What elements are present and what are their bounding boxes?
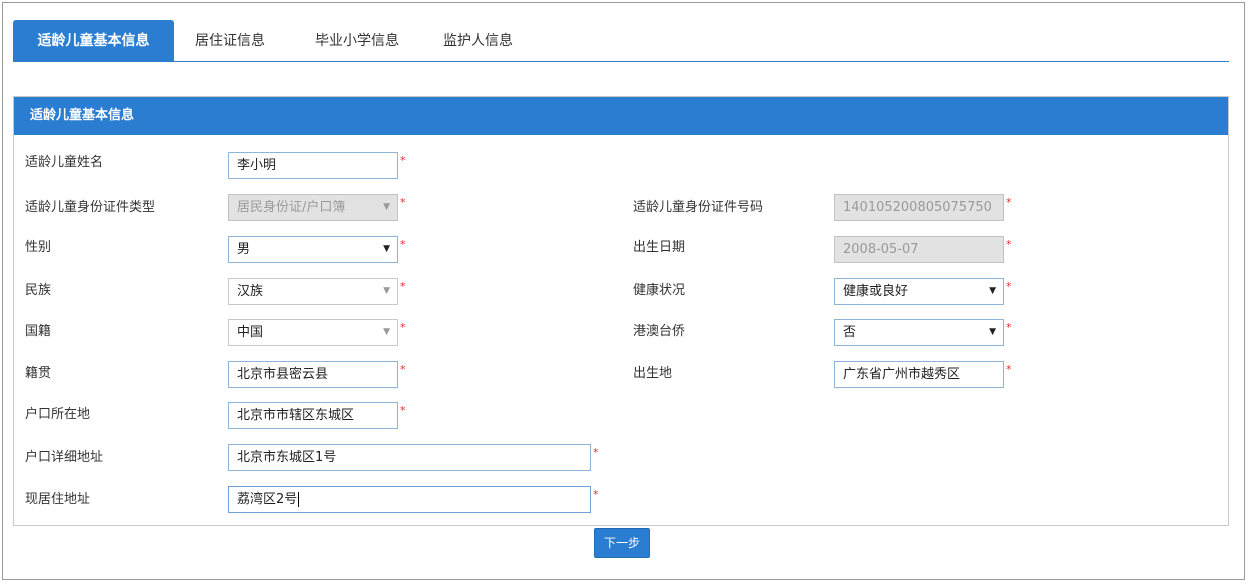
required-mark: *	[593, 446, 599, 459]
chevron-down-icon: ▼	[383, 327, 390, 337]
ethnicity-label: 民族	[25, 283, 52, 298]
required-mark: *	[1006, 321, 1012, 334]
native-place-value: 北京市县密云县	[237, 367, 329, 382]
text-cursor	[298, 492, 300, 507]
chevron-down-icon: ▼	[383, 286, 390, 296]
nationality-value: 中国	[237, 325, 264, 340]
next-step-button[interactable]: 下一步	[594, 528, 650, 558]
tab-child-basic-info[interactable]: 适龄儿童基本信息	[13, 20, 174, 62]
required-mark: *	[1006, 196, 1012, 209]
birth-date-input[interactable]: 2008-05-07	[834, 236, 1004, 263]
chevron-down-icon: ▼	[989, 327, 996, 337]
current-address-label: 现居住地址	[25, 492, 91, 507]
id-type-value: 居民身份证/户口簿	[237, 200, 346, 215]
id-number-input[interactable]: 140105200805075750	[834, 194, 1004, 221]
required-mark: *	[400, 321, 406, 334]
required-mark: *	[400, 404, 406, 417]
name-label: 适龄儿童姓名	[25, 155, 104, 170]
hukou-location-label: 户口所在地	[25, 407, 91, 422]
overseas-chinese-select[interactable]: 否 ▼	[834, 319, 1004, 346]
hukou-location-value: 北京市市辖区东城区	[237, 408, 355, 423]
required-mark: *	[593, 488, 599, 501]
birth-date-value: 2008-05-07	[843, 242, 919, 257]
gender-select[interactable]: 男 ▼	[228, 236, 398, 263]
id-number-value: 140105200805075750	[843, 200, 992, 215]
id-number-label: 适龄儿童身份证件号码	[633, 200, 764, 215]
ethnicity-select[interactable]: 汉族 ▼	[228, 278, 398, 305]
required-mark: *	[400, 280, 406, 293]
required-mark: *	[400, 238, 406, 251]
overseas-chinese-value: 否	[843, 325, 857, 340]
current-address-input[interactable]: 荔湾区2号	[228, 486, 591, 513]
tab-bar: 适龄儿童基本信息 居住证信息 毕业小学信息 监护人信息	[13, 20, 1229, 62]
current-address-value: 荔湾区2号	[237, 492, 298, 507]
basic-info-panel: 适龄儿童基本信息	[13, 96, 1229, 526]
required-mark: *	[400, 363, 406, 376]
required-mark: *	[400, 196, 406, 209]
birth-place-value: 广东省广州市越秀区	[843, 367, 961, 382]
tab-guardian-info[interactable]: 监护人信息	[433, 20, 523, 62]
hukou-address-label: 户口详细地址	[25, 450, 104, 465]
nationality-label: 国籍	[25, 324, 52, 339]
gender-label: 性别	[25, 240, 52, 255]
tab-residence-permit[interactable]: 居住证信息	[185, 20, 275, 62]
health-select[interactable]: 健康或良好 ▼	[834, 278, 1004, 305]
native-place-input[interactable]: 北京市县密云县	[228, 361, 398, 388]
tab-primary-school[interactable]: 毕业小学信息	[297, 20, 417, 62]
birth-place-label: 出生地	[633, 366, 673, 381]
gender-value: 男	[237, 242, 251, 257]
required-mark: *	[1006, 238, 1012, 251]
id-type-select[interactable]: 居民身份证/户口簿 ▼	[228, 194, 398, 221]
hukou-address-input[interactable]: 北京市东城区1号	[228, 444, 591, 471]
required-mark: *	[1006, 363, 1012, 376]
name-input[interactable]: 李小明	[228, 152, 398, 179]
chevron-down-icon: ▼	[383, 202, 390, 212]
health-label: 健康状况	[633, 283, 686, 298]
hukou-location-input[interactable]: 北京市市辖区东城区	[228, 402, 398, 429]
chevron-down-icon: ▼	[989, 286, 996, 296]
required-mark: *	[400, 154, 406, 167]
name-value: 李小明	[237, 158, 277, 173]
birth-date-label: 出生日期	[633, 240, 686, 255]
nationality-select[interactable]: 中国 ▼	[228, 319, 398, 346]
birth-place-input[interactable]: 广东省广州市越秀区	[834, 361, 1004, 388]
overseas-chinese-label: 港澳台侨	[633, 324, 686, 339]
required-mark: *	[1006, 280, 1012, 293]
health-value: 健康或良好	[843, 284, 909, 299]
hukou-address-value: 北京市东城区1号	[237, 450, 337, 465]
native-place-label: 籍贯	[25, 366, 52, 381]
id-type-label: 适龄儿童身份证件类型	[25, 200, 156, 215]
chevron-down-icon: ▼	[383, 244, 390, 254]
ethnicity-value: 汉族	[237, 284, 264, 299]
panel-title: 适龄儿童基本信息	[14, 97, 1228, 135]
